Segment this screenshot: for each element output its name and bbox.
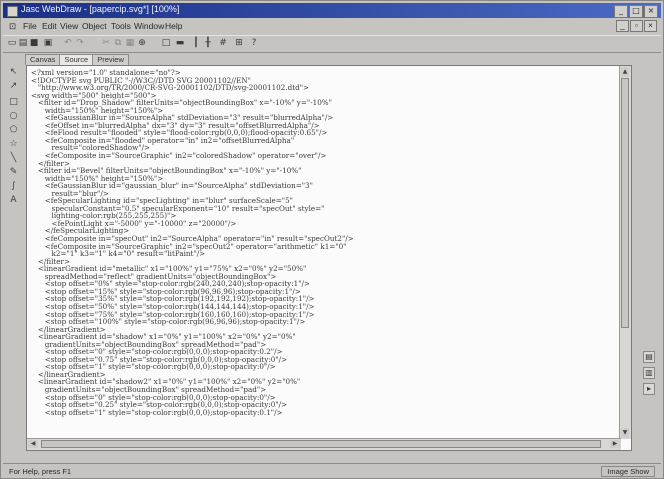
line-icon[interactable]: ╲: [8, 153, 19, 164]
rect-icon[interactable]: □: [8, 97, 19, 108]
tab-source[interactable]: Source: [59, 54, 94, 65]
window-title: Jasc WebDraw - [papercip.svg*] [100%]: [21, 4, 180, 14]
code-line[interactable]: <feGaussianBlur id="gaussian_blur" in="S…: [31, 182, 615, 190]
vertical-scroll-thumb[interactable]: [621, 78, 629, 328]
source-editor[interactable]: <?xml version="1.0" standalone="no"?> <!D…: [26, 65, 632, 451]
menu-edit[interactable]: Edit: [42, 21, 57, 31]
menu-tools[interactable]: Tools: [111, 21, 131, 31]
print-icon[interactable]: ▣: [43, 38, 53, 48]
close-icon[interactable]: ×: [644, 5, 658, 18]
horizontal-scrollbar[interactable]: ◀ ▶: [27, 438, 621, 450]
polygon-icon[interactable]: ⬠: [8, 125, 19, 136]
panel-expand-icon[interactable]: ▸: [643, 383, 655, 395]
menu-file[interactable]: File: [23, 21, 37, 31]
scroll-down-icon[interactable]: ▼: [621, 428, 629, 438]
horizontal-scroll-thumb[interactable]: [41, 440, 601, 448]
redo-icon[interactable]: ↷: [75, 38, 85, 48]
vertical-scrollbar[interactable]: ▲ ▼: [619, 66, 631, 439]
status-help-text: For Help, press F1: [9, 467, 72, 476]
doc-minimize-icon[interactable]: _: [616, 20, 629, 32]
copy-icon[interactable]: ⧉: [113, 38, 123, 48]
view-icon[interactable]: □: [161, 38, 171, 48]
zoom-icon[interactable]: ⊕: [137, 38, 147, 48]
open-icon[interactable]: ▤: [18, 38, 28, 48]
scroll-up-icon[interactable]: ▲: [621, 67, 629, 77]
tab-canvas[interactable]: Canvas: [25, 54, 61, 65]
scroll-right-icon[interactable]: ▶: [610, 440, 620, 448]
document-controls: _ ▫ ×: [616, 20, 657, 32]
menu-bar: ⊡ File Edit View Object Tools Window Hel…: [3, 20, 661, 33]
app-window: Jasc WebDraw - [papercip.svg*] [100%] _ …: [0, 0, 664, 479]
minimize-icon[interactable]: _: [614, 5, 628, 18]
doc-icon[interactable]: ⊡: [9, 21, 16, 32]
undo-icon[interactable]: ↶: [63, 38, 73, 48]
menu-object[interactable]: Object: [82, 21, 107, 31]
grid-icon[interactable]: #: [218, 38, 228, 48]
scroll-left-icon[interactable]: ◀: [28, 440, 38, 448]
text-icon[interactable]: A: [8, 195, 19, 206]
select-icon[interactable]: ↖: [8, 67, 19, 78]
tab-preview[interactable]: Preview: [92, 54, 129, 65]
save-icon[interactable]: ■: [29, 38, 39, 48]
code-line[interactable]: <stop offset="1" style="stop-color:rgb(0…: [31, 363, 615, 371]
tools-palette: ↖ ↗ □ ○ ⬠ ☆ ╲ ✎ ∫ A: [4, 53, 24, 453]
panel-options-icon[interactable]: ▥: [643, 367, 655, 379]
star-icon[interactable]: ☆: [8, 139, 19, 150]
help-icon[interactable]: ?: [249, 38, 259, 48]
toolbar: ▭ ▤ ■ ▣ ↶ ↷ ✂ ⧉ ▦ ⊕ □ ▬ ┃ ╂ # ⊞ ?: [3, 35, 661, 53]
snap-icon[interactable]: ⊞: [234, 38, 244, 48]
ellipse-icon[interactable]: ○: [8, 111, 19, 122]
code-area[interactable]: <?xml version="1.0" standalone="no"?> <!D…: [31, 69, 615, 437]
right-panel: ▤ ▥ ▸: [635, 65, 661, 451]
panel-toggle-icon[interactable]: ▤: [643, 351, 655, 363]
guides-icon[interactable]: ╂: [203, 38, 213, 48]
app-icon[interactable]: [7, 6, 18, 17]
paste-icon[interactable]: ▦: [125, 38, 135, 48]
code-line[interactable]: <stop offset="100%" style="stop-color:rg…: [31, 318, 615, 326]
new-icon[interactable]: ▭: [7, 38, 17, 48]
status-bar: For Help, press F1 Image Show: [3, 463, 661, 478]
pen-icon[interactable]: ✎: [8, 167, 19, 178]
curve-icon[interactable]: ∫: [8, 181, 19, 192]
view-tabs: Canvas Source Preview: [25, 54, 129, 65]
doc-close-icon[interactable]: ×: [644, 20, 657, 32]
status-mode: Image Show: [601, 466, 655, 477]
cut-icon[interactable]: ✂: [101, 38, 111, 48]
ruler-icon[interactable]: ┃: [191, 38, 201, 48]
canvas-icon[interactable]: ▬: [175, 38, 185, 48]
menu-help[interactable]: Help: [165, 21, 182, 31]
code-line[interactable]: <feComposite in="SourceGraphic" in2="col…: [31, 152, 615, 160]
menu-window[interactable]: Window: [134, 21, 164, 31]
window-controls: _ □ ×: [614, 5, 658, 18]
menu-view[interactable]: View: [60, 21, 78, 31]
maximize-icon[interactable]: □: [629, 5, 643, 18]
code-line[interactable]: <stop offset="1" style="stop-color:rgb(0…: [31, 409, 615, 417]
node-icon[interactable]: ↗: [8, 81, 19, 92]
doc-restore-icon[interactable]: ▫: [630, 20, 643, 32]
title-bar: Jasc WebDraw - [papercip.svg*] [100%] _ …: [3, 3, 661, 18]
code-line[interactable]: k2="1" k3="1" k4="0" result="litPaint"/>: [31, 250, 615, 258]
